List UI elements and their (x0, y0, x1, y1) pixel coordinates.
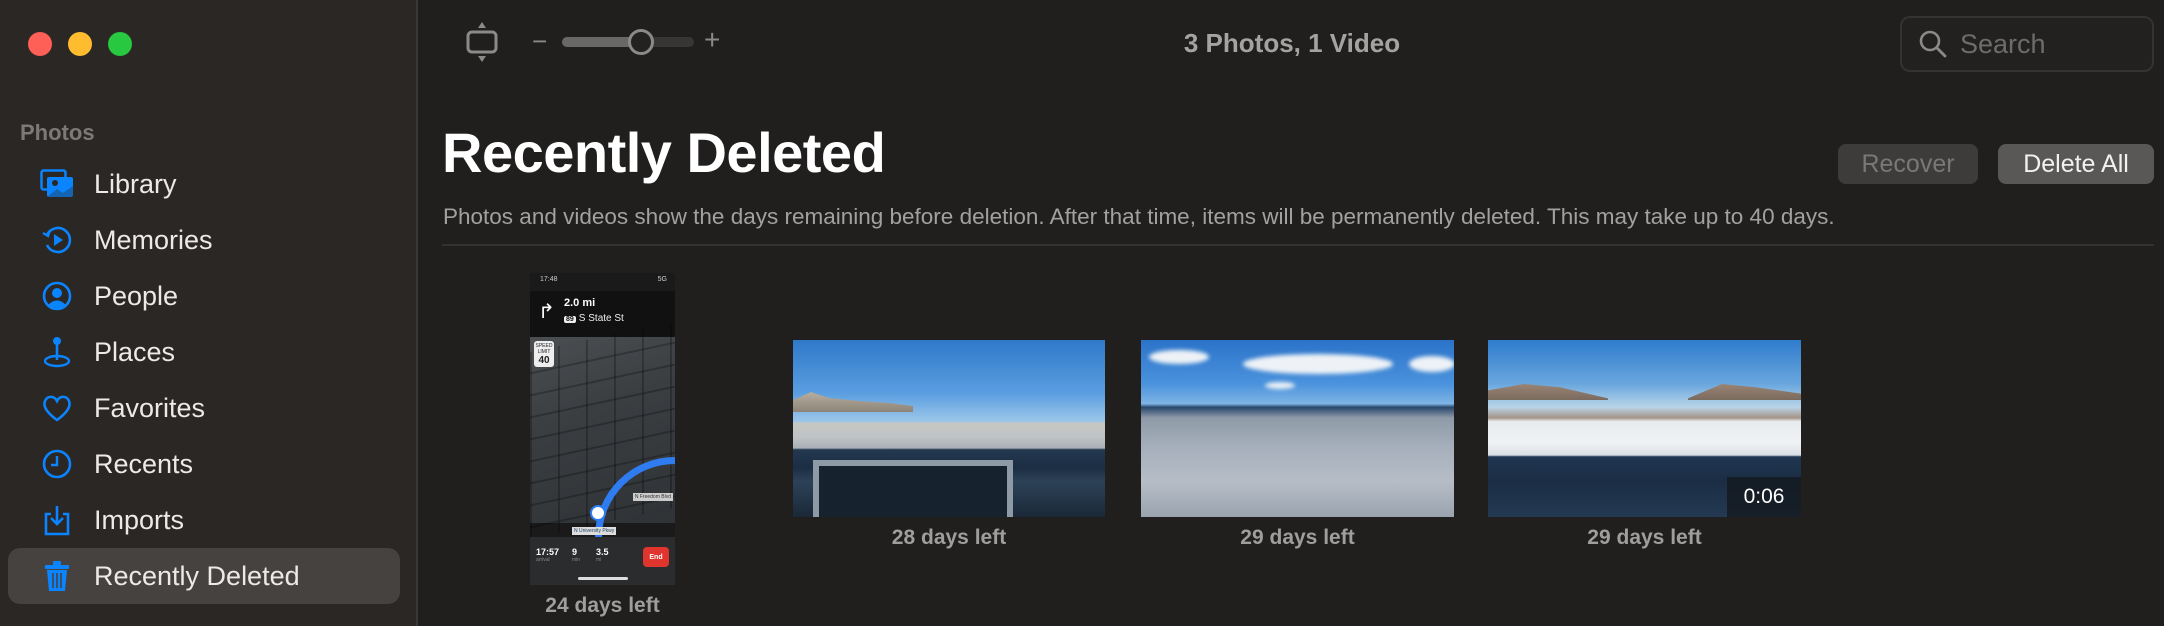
location-arrow-icon (590, 505, 606, 521)
delete-all-button[interactable]: Delete All (1998, 144, 2154, 184)
video-duration-badge: 0:06 (1727, 477, 1801, 517)
phone-nav-footer: 17:57 arrival 9 min 3.5 mi End (530, 537, 675, 585)
map-street-tag: N University Pkwy (572, 527, 617, 535)
miles-value: 3.5 (596, 547, 609, 557)
sidebar-item-label: Places (94, 336, 176, 367)
speed-limit-sign: SPEED LIMIT 40 (534, 341, 554, 367)
minimize-window-button[interactable] (68, 32, 92, 56)
sidebar-item-recents[interactable]: Recents (8, 436, 400, 492)
sidebar-item-label: Imports (94, 504, 185, 535)
phone-nav-distance: 2.0 mi (564, 297, 596, 309)
days-left-caption: 29 days left (1240, 526, 1355, 549)
heart-icon (40, 391, 74, 425)
phone-minutes: 9 min (572, 547, 580, 563)
turn-right-arrow-icon: ↱ (538, 301, 555, 323)
phone-end-button: End (643, 547, 669, 567)
sidebar-item-favorites[interactable]: Favorites (8, 380, 400, 436)
sidebar-list: Library Memories People Places Favorites (8, 156, 400, 604)
sidebar-item-label: Recents (94, 448, 194, 479)
page-description: Photos and videos show the days remainin… (443, 204, 1835, 229)
phone-status-network: 5G (657, 276, 667, 283)
mountain-shape (793, 392, 913, 412)
page-title: Recently Deleted (442, 121, 886, 184)
sidebar-item-imports[interactable]: Imports (8, 492, 400, 548)
cloud-shape (1265, 382, 1295, 389)
phone-status-bar: 17:48 5G (540, 276, 667, 283)
sidebar-item-label: Memories (94, 224, 213, 255)
miles-label: mi (596, 557, 602, 563)
sidebar-item-places[interactable]: Places (8, 324, 400, 380)
sidebar-section-label: Photos (20, 120, 95, 145)
dashboard-vent-shape (813, 460, 1013, 517)
sidebar-item-label: Library (94, 168, 177, 199)
maximize-window-button[interactable] (108, 32, 132, 56)
sidebar-item-label: Recently Deleted (94, 560, 300, 591)
photo-stack-icon (40, 167, 74, 201)
trash-icon (40, 559, 74, 593)
phone-map: SPEED LIMIT 40 N Freedom Blvd (530, 321, 675, 577)
phone-arrival: 17:57 arrival (536, 547, 559, 563)
sidebar-item-memories[interactable]: Memories (8, 212, 400, 268)
clock-icon (40, 447, 74, 481)
memories-play-icon (40, 223, 74, 257)
phone-nav-street: 89 S State St (564, 313, 624, 324)
import-tray-icon (40, 503, 74, 537)
map-pin-icon (40, 335, 74, 369)
search-icon (1919, 30, 1947, 58)
phone-home-indicator (578, 577, 628, 580)
days-left-caption: 29 days left (1587, 526, 1702, 549)
mountain-shape (1688, 384, 1801, 400)
recover-button[interactable]: Recover (1838, 144, 1978, 184)
photo-thumbnail-navigation-screenshot[interactable]: 17:48 5G ↱ 2.0 mi 89 S State St SPEED LIM… (530, 273, 675, 585)
minutes-label: min (572, 557, 581, 563)
photo-thumbnail-dashboard-salt-flats[interactable] (793, 340, 1105, 517)
video-thumbnail-salt-flats-drive[interactable]: 0:06 (1488, 340, 1801, 517)
search-field[interactable] (1900, 16, 2154, 72)
header-divider (442, 244, 2154, 246)
speed-limit-label: SPEED LIMIT (535, 343, 553, 355)
item-count-text: 3 Photos, 1 Video (1183, 28, 1401, 58)
toolbar: − + 3 Photos, 1 Video (420, 0, 2164, 90)
sidebar-item-label: People (94, 280, 179, 311)
days-left-caption: 28 days left (891, 526, 1007, 549)
phone-miles: 3.5 mi (596, 547, 609, 563)
arrival-time: 17:57 (536, 547, 560, 557)
photo-thumbnail-salt-flats-clouds[interactable] (1141, 340, 1454, 517)
sidebar-item-people[interactable]: People (8, 268, 400, 324)
window-controls (28, 32, 132, 56)
cloud-shape (1243, 354, 1393, 374)
arrival-label: arrival (536, 557, 550, 563)
sidebar-item-recently-deleted[interactable]: Recently Deleted (8, 548, 400, 604)
mountain-shape (1488, 384, 1608, 400)
route-badge: 89 (564, 316, 576, 323)
phone-status-time: 17:48 (540, 276, 558, 283)
person-circle-icon (40, 279, 74, 313)
cloud-shape (1149, 350, 1209, 364)
cloud-shape (1409, 356, 1454, 372)
sidebar-item-label: Favorites (94, 392, 206, 423)
search-input[interactable] (1960, 28, 2140, 60)
minutes-value: 9 (572, 547, 578, 557)
sidebar: Photos Library Memories People Places Fa… (0, 0, 418, 626)
map-side-street-tag: N Freedom Blvd (632, 493, 673, 501)
speed-limit-value: 40 (538, 355, 550, 366)
close-window-button[interactable] (28, 32, 52, 56)
phone-nav-street-name: S State St (578, 313, 624, 324)
sidebar-item-library[interactable]: Library (8, 156, 400, 212)
days-left-caption: 24 days left (545, 594, 660, 617)
